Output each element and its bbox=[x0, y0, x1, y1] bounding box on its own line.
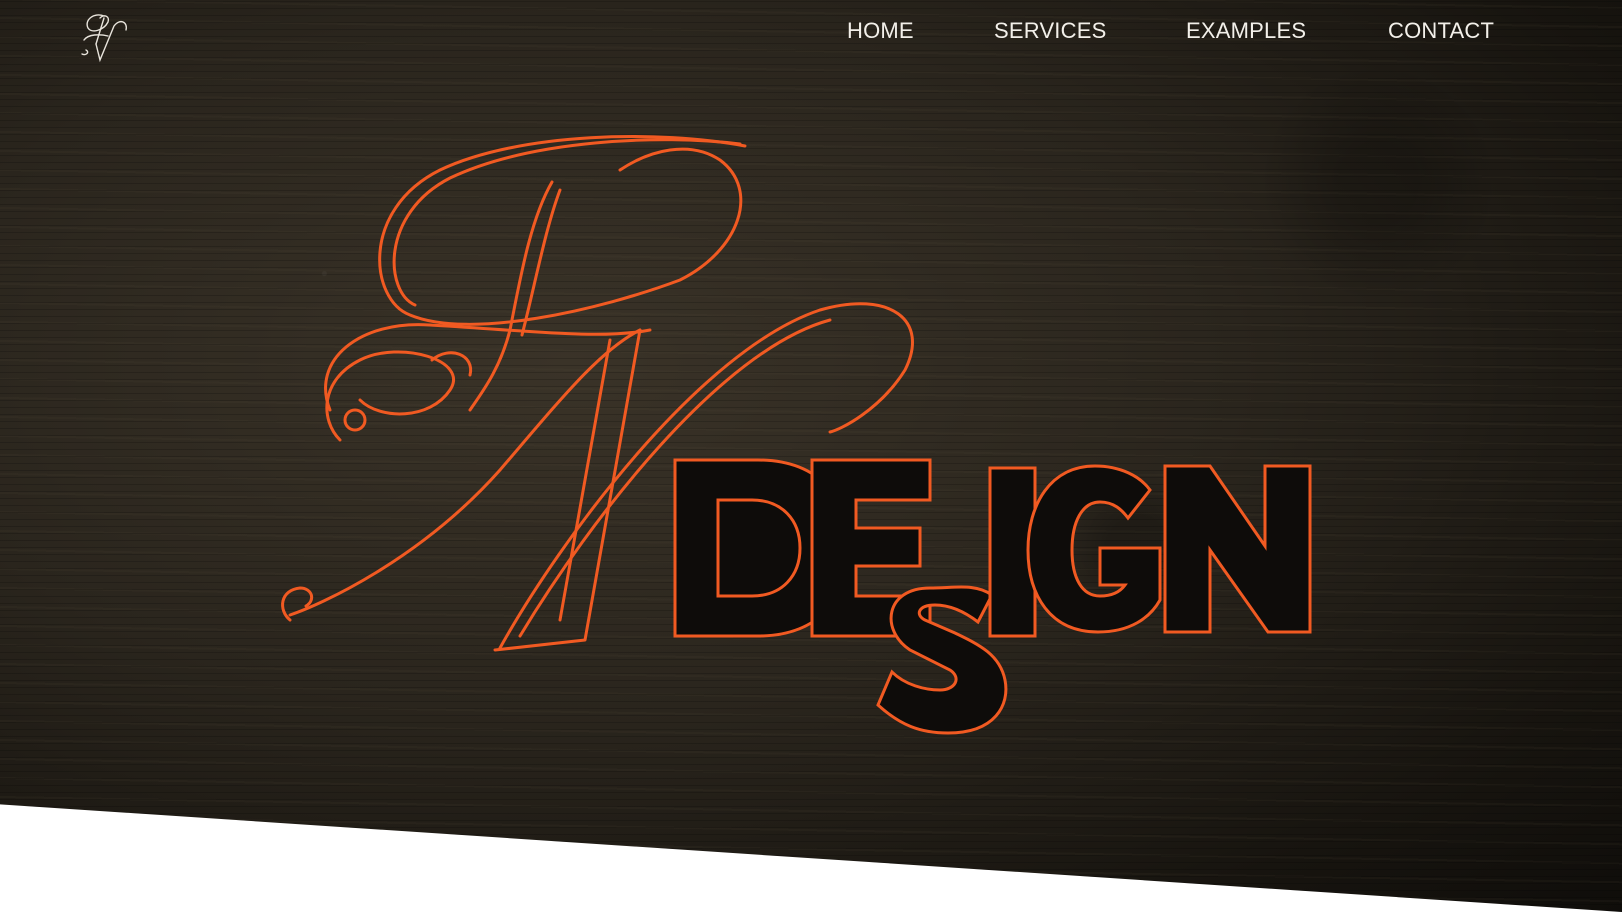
design-wordmark bbox=[673, 458, 1312, 735]
hero-banner: HOME SERVICES EXAMPLES CONTACT bbox=[0, 0, 1622, 912]
rn-design-hero-logo bbox=[281, 135, 1312, 735]
